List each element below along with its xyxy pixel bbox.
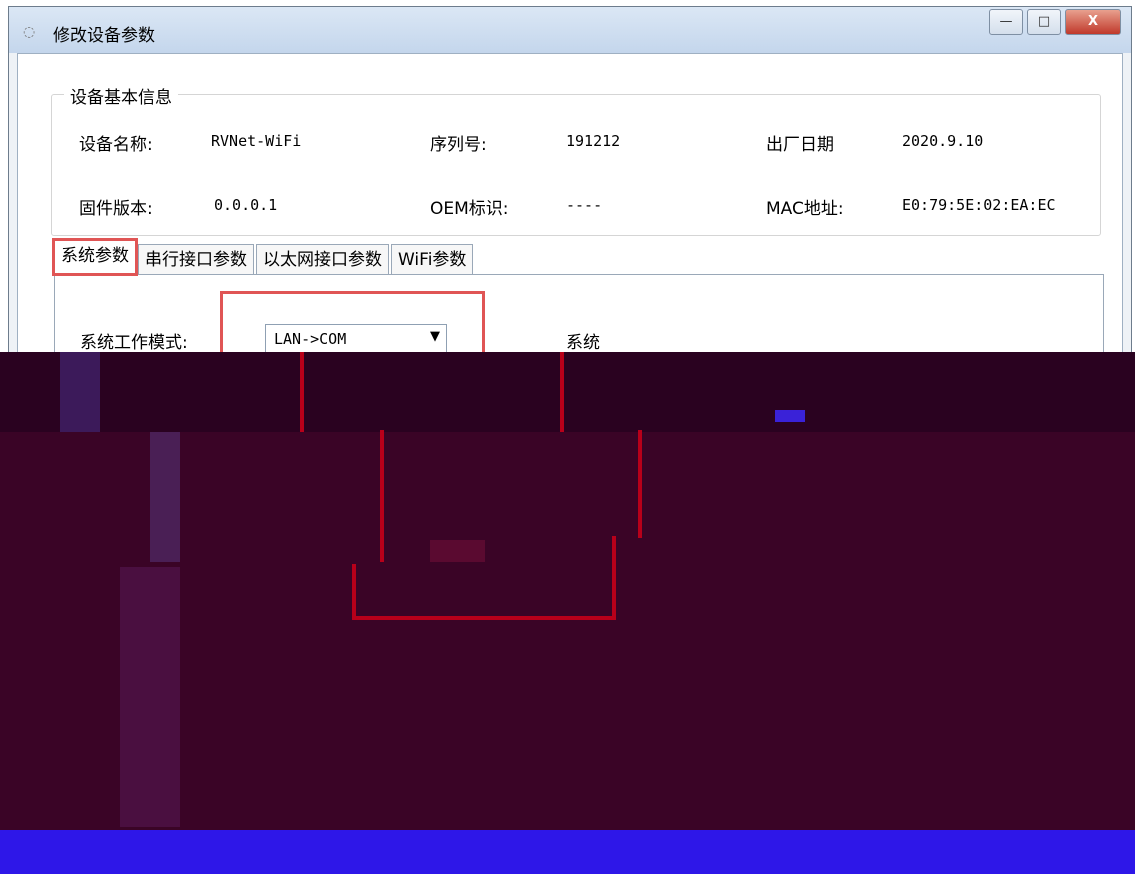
glitch-band xyxy=(60,352,100,432)
device-name-value: RVNet-WiFi xyxy=(211,132,302,150)
window-title: 修改设备参数 xyxy=(53,26,155,46)
glitch-band xyxy=(775,410,805,422)
mac-value: E0:79:5E:02:EA:EC xyxy=(902,196,1056,214)
serial-label: 序列号: xyxy=(430,135,487,155)
corrupted-region xyxy=(0,352,1135,874)
tab-wifi-params[interactable]: WiFi参数 xyxy=(391,244,474,274)
tab-strip: 系统参数 串行接口参数 以太网接口参数 WiFi参数 xyxy=(52,238,475,276)
glitch-band xyxy=(0,352,1135,432)
app-icon: ◌ xyxy=(23,24,36,40)
serial-value: 191212 xyxy=(566,132,621,150)
device-info-group: 设备基本信息 xyxy=(51,83,1101,236)
glitch-line xyxy=(380,430,384,562)
glitch-line xyxy=(352,616,616,620)
window-controls: — □ X xyxy=(989,9,1121,37)
tab-ethernet-params[interactable]: 以太网接口参数 xyxy=(256,244,389,274)
glitch-line xyxy=(612,536,616,620)
glitch-line xyxy=(560,352,564,432)
minimize-button[interactable]: — xyxy=(989,9,1023,35)
glitch-line xyxy=(638,430,642,538)
mode-highlight-box xyxy=(220,291,485,361)
firmware-value: 0.0.0.1 xyxy=(214,196,278,214)
system-right-label: 系统 xyxy=(566,333,600,353)
tab-system-params[interactable]: 系统参数 xyxy=(52,238,138,276)
glitch-line xyxy=(352,564,356,620)
oem-value: ---- xyxy=(566,196,603,214)
device-name-label: 设备名称: xyxy=(79,135,153,155)
firmware-label: 固件版本: xyxy=(79,199,153,219)
device-info-legend: 设备基本信息 xyxy=(64,83,178,108)
glitch-band xyxy=(120,567,180,827)
tab-serial-params[interactable]: 串行接口参数 xyxy=(138,244,254,274)
glitch-band xyxy=(430,540,485,562)
glitch-blue-bar xyxy=(0,830,1135,874)
maximize-button[interactable]: □ xyxy=(1027,9,1061,35)
title-bar[interactable]: ◌ 修改设备参数 — □ X xyxy=(9,7,1131,53)
glitch-band xyxy=(150,432,180,562)
oem-label: OEM标识: xyxy=(430,199,509,219)
date-label: 出厂日期 xyxy=(766,135,834,155)
mac-label: MAC地址: xyxy=(766,199,844,219)
date-value: 2020.9.10 xyxy=(902,132,984,150)
work-mode-label: 系统工作模式: xyxy=(80,333,188,353)
glitch-line xyxy=(300,352,304,432)
close-button[interactable]: X xyxy=(1065,9,1121,35)
